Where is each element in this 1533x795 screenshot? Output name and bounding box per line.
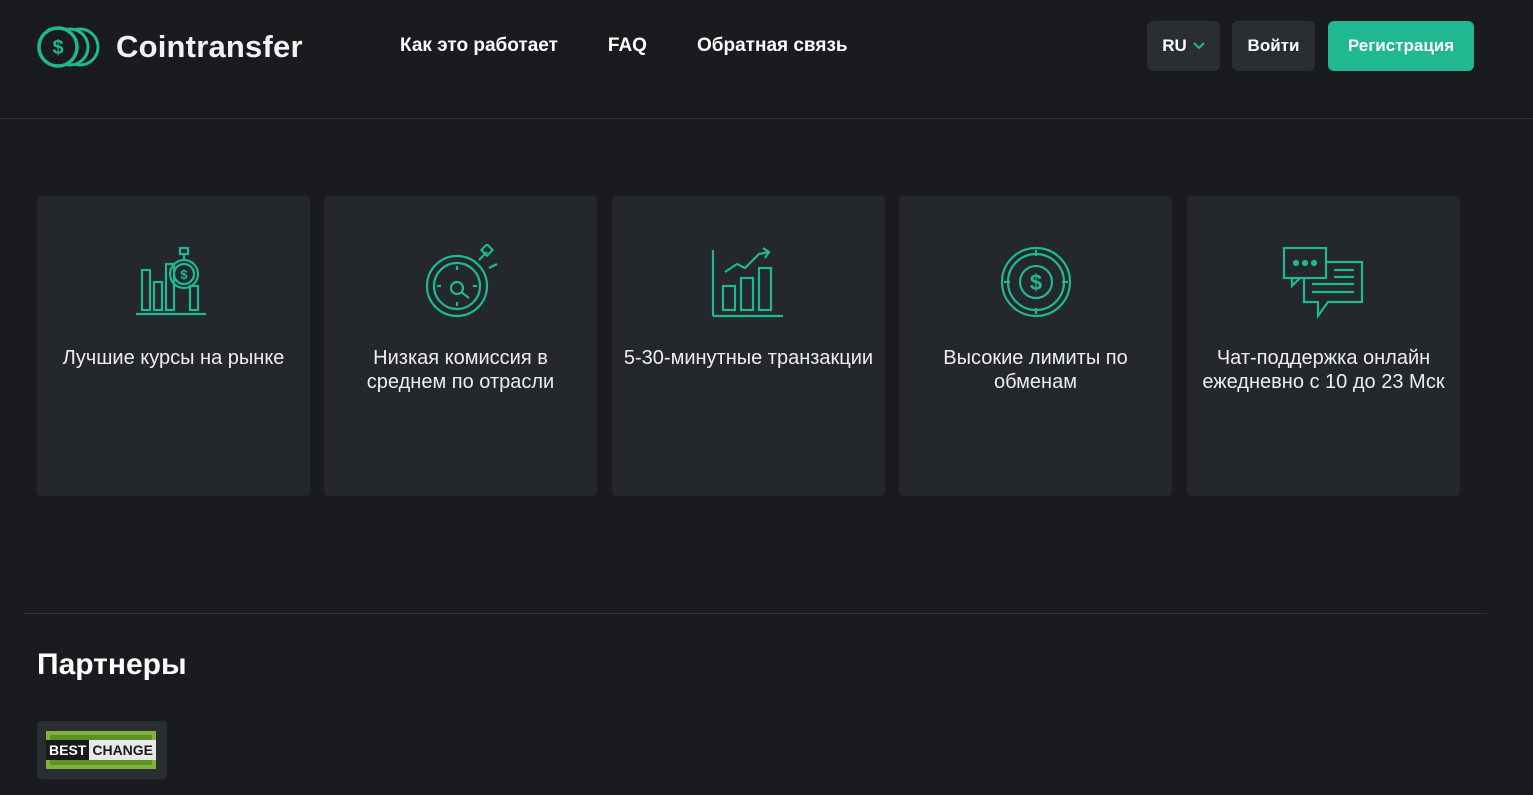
language-selector[interactable]: RU	[1147, 21, 1220, 71]
feature-card-low-fee: Низкая комиссия в среднем по отрасли	[324, 196, 597, 496]
feature-card-chat-support: Чат-поддержка онлайн ежедневно с 10 до 2…	[1187, 196, 1460, 496]
site-header: $ Cointransfer Как это работает FAQ Обра…	[0, 0, 1533, 119]
brand-logo[interactable]: $ Cointransfer	[36, 25, 303, 69]
feature-label: Лучшие курсы на рынке	[62, 347, 285, 369]
nav-faq[interactable]: FAQ	[608, 34, 647, 58]
main-nav: Как это работает FAQ Обратная связь	[400, 34, 898, 58]
bestchange-logo: BEST CHANGE	[46, 731, 157, 769]
nav-how-it-works[interactable]: Как это работает	[400, 34, 558, 58]
feature-label: Высокие лимиты по обменам	[943, 347, 1128, 393]
language-value: RU	[1162, 36, 1187, 55]
svg-text:$: $	[52, 37, 63, 59]
bestchange-best-text: BEST	[46, 740, 90, 760]
coins-dollar-icon: $	[37, 26, 100, 68]
chat-bubbles-icon	[1282, 246, 1363, 320]
feature-card-fast-transactions: 5-30-минутные транзакции	[612, 196, 885, 496]
partners-heading: Партнеры	[37, 648, 187, 681]
nav-feedback[interactable]: Обратная связь	[697, 34, 848, 58]
feature-label: Чат-поддержка онлайн ежедневно с 10 до 2…	[1202, 347, 1445, 393]
login-button[interactable]: Войти	[1232, 21, 1315, 71]
feature-label: 5-30-минутные транзакции	[623, 347, 874, 369]
brand-name: Cointransfer	[116, 29, 303, 64]
growth-chart-icon	[711, 247, 783, 318]
svg-text:$: $	[180, 267, 188, 282]
register-button[interactable]: Регистрация	[1328, 21, 1474, 71]
chevron-down-icon	[1193, 42, 1205, 50]
partner-bestchange-link[interactable]: BEST CHANGE	[37, 721, 167, 779]
feature-card-high-limits: $ Высокие лимиты по обменам	[899, 196, 1172, 496]
chart-stopwatch-dollar-icon: $	[135, 246, 206, 316]
bestchange-change-text: CHANGE	[89, 740, 157, 760]
dollar-coin-icon: $	[1000, 246, 1071, 318]
feature-card-best-rates: $ Лучшие курсы на рынке	[37, 196, 310, 496]
stopwatch-icon	[425, 244, 497, 318]
feature-label: Низкая комиссия в среднем по отрасли	[366, 347, 555, 393]
svg-text:$: $	[1029, 270, 1041, 295]
section-divider	[24, 613, 1487, 614]
